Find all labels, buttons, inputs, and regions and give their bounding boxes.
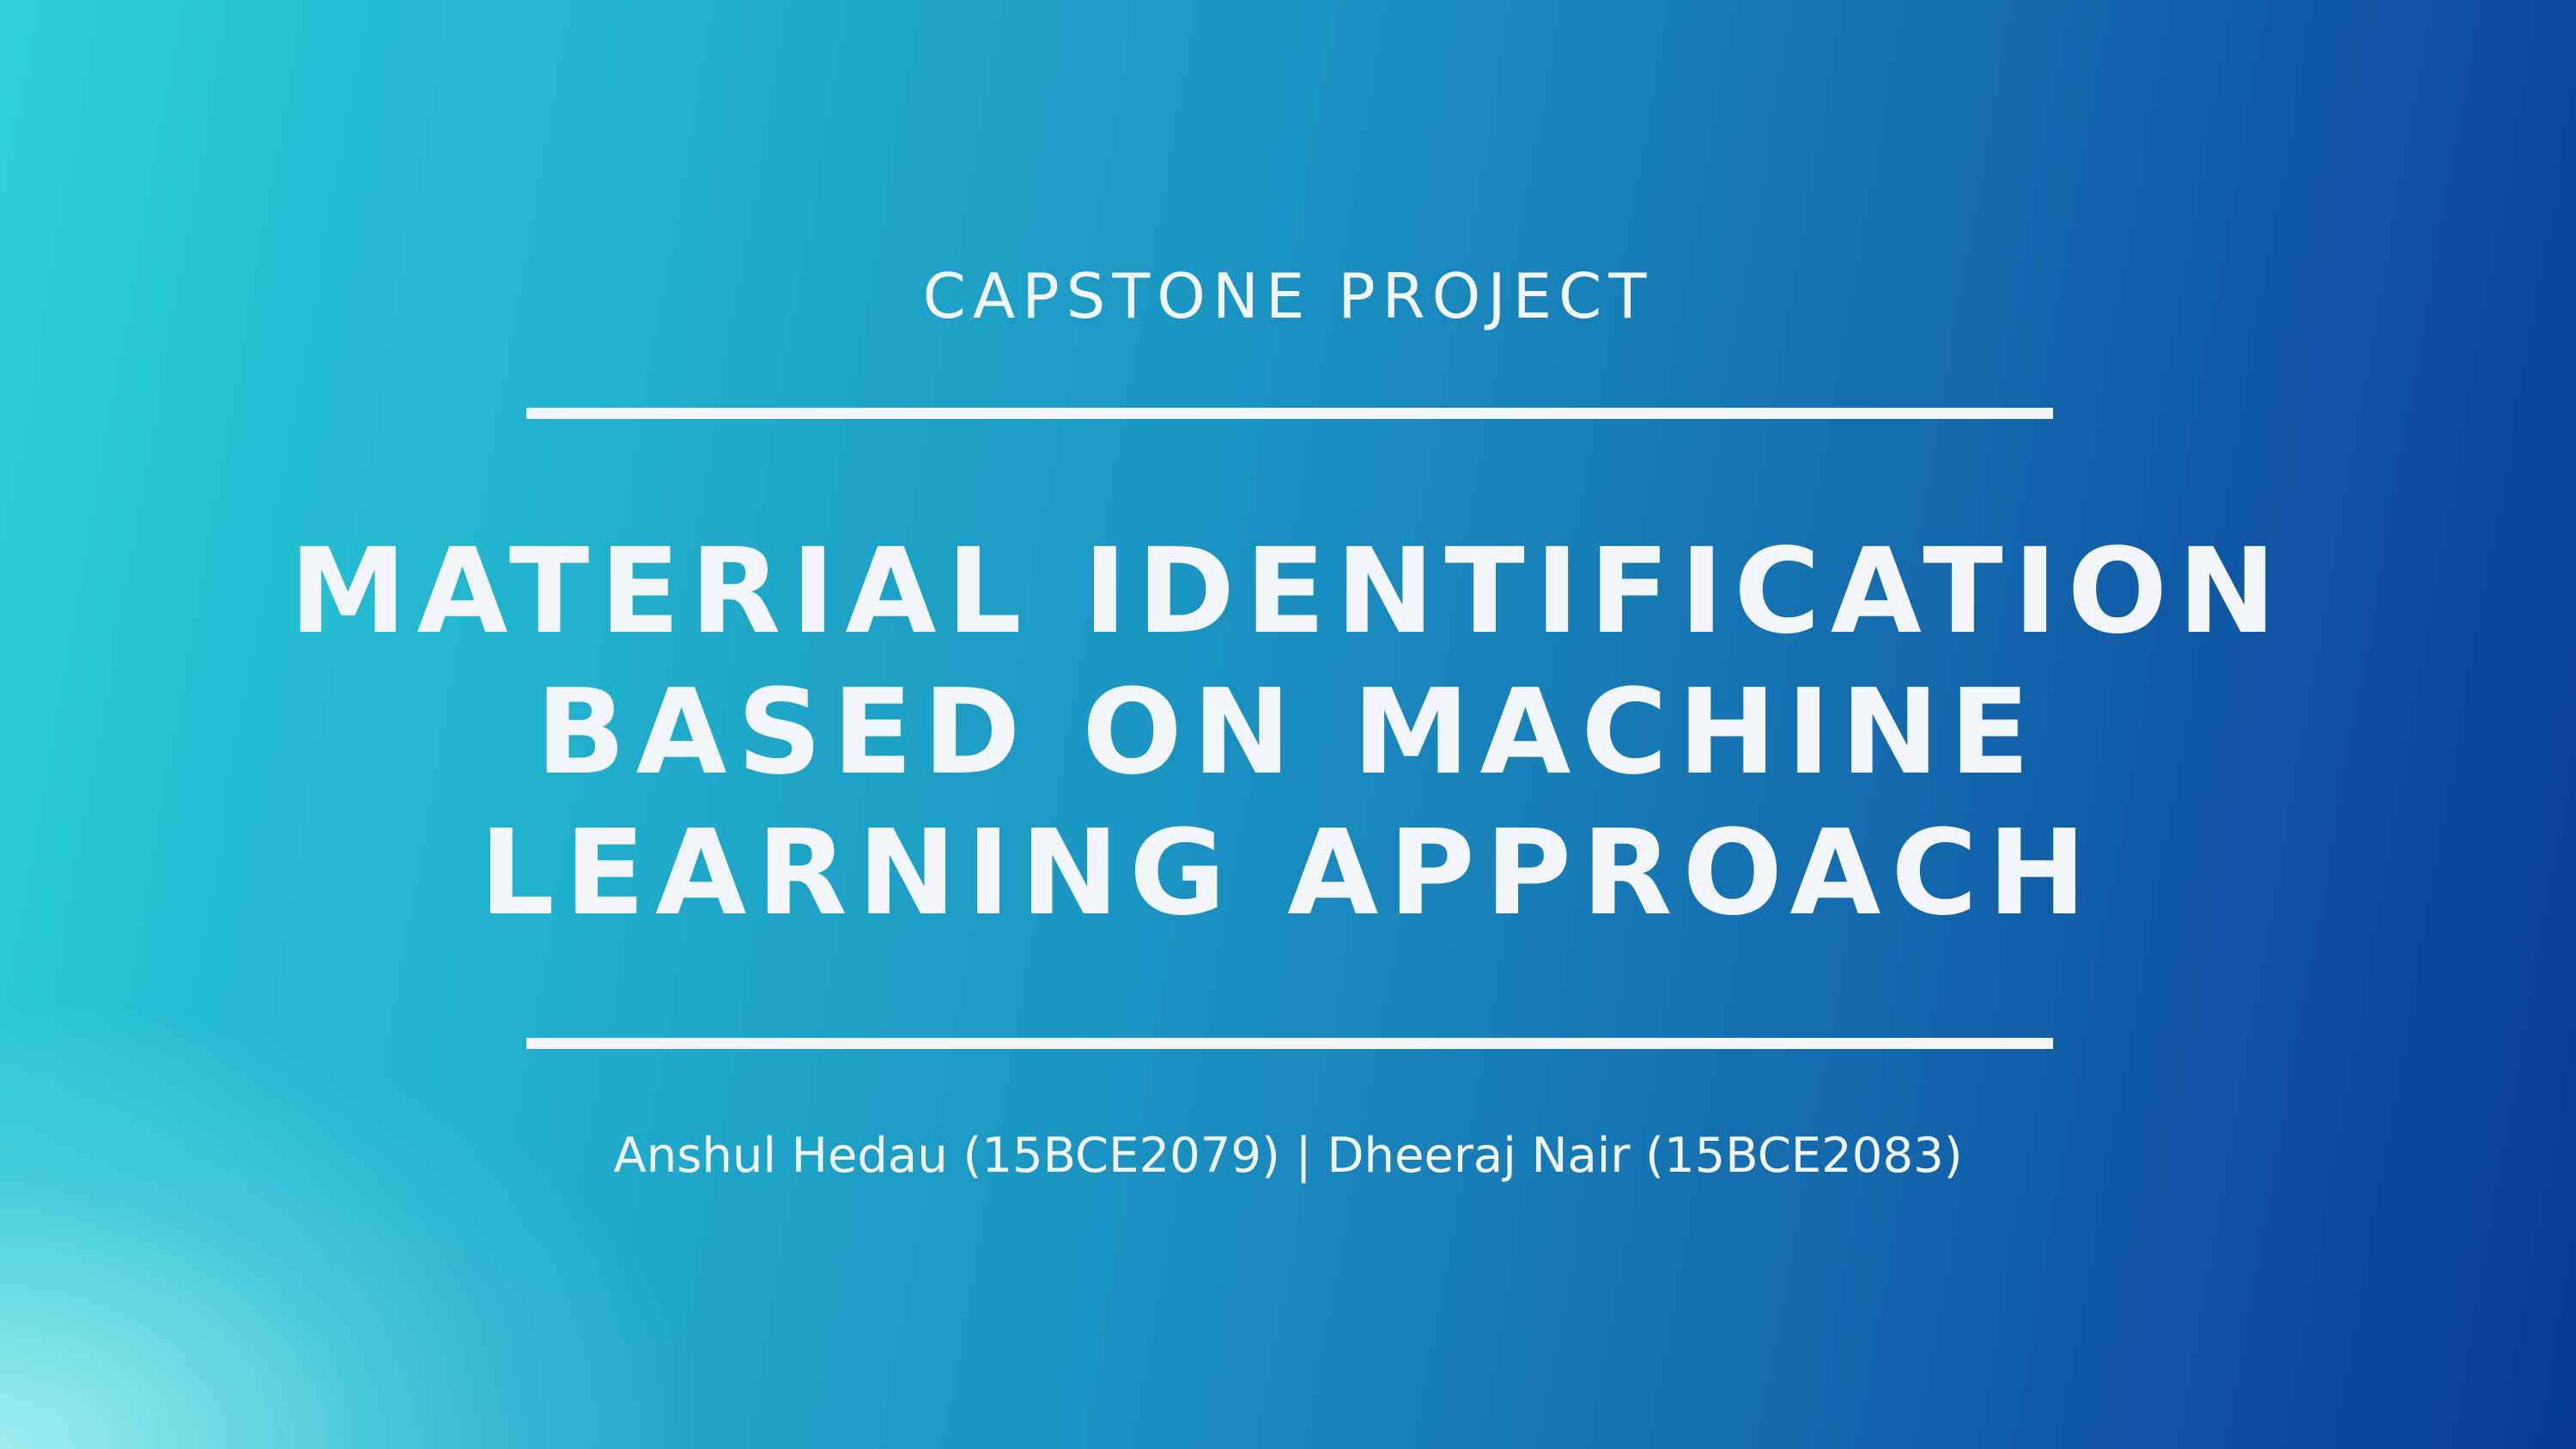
title-line-3: LEARNING APPROACH xyxy=(479,805,2097,942)
title-line-1: MATERIAL IDENTIFICATION xyxy=(289,524,2287,660)
bottom-divider xyxy=(526,1038,2053,1049)
slide-subtitle: CAPSTONE PROJECT xyxy=(922,260,1654,332)
title-line-2: BASED ON MACHINE xyxy=(536,664,2040,801)
slide-title: MATERIAL IDENTIFICATION BASED ON MACHINE… xyxy=(0,522,2576,944)
title-slide: CAPSTONE PROJECT MATERIAL IDENTIFICATION… xyxy=(0,0,2576,1449)
top-divider xyxy=(526,408,2053,419)
authors-line: Anshul Hedau (15BCE2079) | Dheeraj Nair … xyxy=(613,1128,1963,1184)
